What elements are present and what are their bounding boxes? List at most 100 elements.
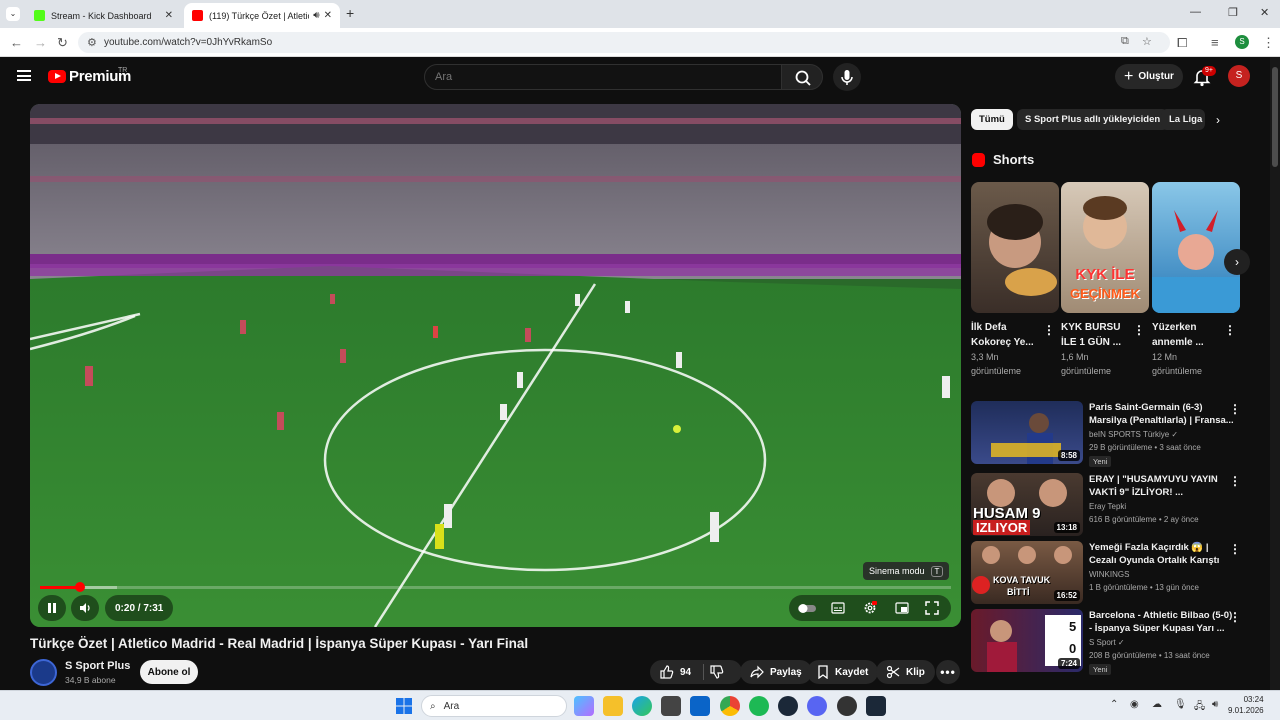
steam-app-icon[interactable] — [866, 696, 886, 716]
windows-start-icon[interactable] — [396, 698, 412, 714]
chrome-icon[interactable] — [720, 696, 740, 716]
store-icon[interactable] — [661, 696, 681, 716]
short-thumbnail[interactable] — [1152, 182, 1240, 313]
video-duration: 8:58 — [1057, 450, 1080, 461]
channel-name[interactable]: S Sport Plus — [65, 660, 130, 672]
score-top: 5 — [1069, 619, 1077, 634]
subscribe-button[interactable]: Abone ol — [140, 660, 198, 684]
voice-search-button[interactable] — [833, 63, 861, 91]
outlook-icon[interactable] — [690, 696, 710, 716]
miniplayer-icon[interactable] — [895, 601, 909, 615]
recommended-video[interactable]: 5 0 7:24 Barcelona - Athletic Bilbao (5-… — [971, 609, 1261, 675]
chevron-right-icon[interactable]: › — [1216, 113, 1220, 127]
scrollbar-thumb[interactable] — [1272, 67, 1278, 167]
subtitles-icon[interactable] — [831, 601, 845, 615]
video-progress-bar[interactable] — [40, 582, 951, 592]
obs-icon[interactable] — [837, 696, 857, 716]
cloud-icon[interactable]: ☁ — [1152, 699, 1162, 710]
minimize-button[interactable]: — — [1190, 6, 1201, 18]
search-box[interactable] — [424, 64, 782, 90]
copilot-icon[interactable] — [574, 696, 594, 716]
country-code: TR — [118, 67, 128, 74]
microphone-icon[interactable]: 🎙︎ — [1174, 699, 1187, 710]
create-button[interactable]: + Oluştur — [1115, 64, 1183, 89]
bookmark-star-icon[interactable]: ☆ — [1142, 35, 1152, 48]
tray-app-icon[interactable]: ◉ — [1130, 699, 1139, 710]
browser-tab-youtube[interactable]: (119) Türkçe Özet | Atletico 🔊︎ ✕ — [184, 3, 340, 28]
install-app-icon[interactable]: ⧉ — [1121, 35, 1129, 48]
extensions-icon[interactable]: ⧠ — [1177, 35, 1187, 51]
network-icon[interactable]: 🖧︎ — [1194, 699, 1205, 716]
pause-button[interactable] — [38, 595, 66, 621]
recommended-video[interactable]: 8:58 Paris Saint-Germain (6-3) Marsilya (… — [971, 401, 1261, 467]
close-tab-icon[interactable]: ✕ — [165, 10, 173, 21]
more-actions-button[interactable]: ••• — [936, 660, 960, 684]
spotify-icon[interactable] — [749, 696, 769, 716]
menu-hamburger-icon[interactable] — [17, 70, 31, 81]
search-input[interactable] — [425, 65, 781, 89]
volume-icon[interactable]: 🔊︎ — [1212, 699, 1218, 710]
chip-la-liga[interactable]: La Liga — [1161, 109, 1205, 130]
save-button[interactable]: Kaydet — [807, 660, 879, 684]
divider — [703, 664, 705, 680]
browser-tab-kick[interactable]: Stream - Kick Dashboard ✕ — [26, 3, 181, 28]
video-more-icon[interactable]: ⋮ — [1229, 402, 1241, 416]
video-title: ERAY | "HUSAMYUYU YAYIN VAKTİ 9" İZLİYOR!… — [1089, 474, 1218, 498]
tray-chevron-icon[interactable]: ⌃ — [1110, 699, 1118, 710]
short-thumbnail[interactable] — [971, 182, 1059, 313]
clip-button[interactable]: Klip — [876, 660, 935, 684]
back-arrow-icon[interactable]: ← — [10, 35, 23, 50]
video-meta: 208 B görüntüleme • 13 saat önce — [1089, 651, 1210, 660]
edge-icon[interactable] — [632, 696, 652, 716]
short-more-icon[interactable]: ⋮ — [1133, 323, 1145, 337]
channel-avatar[interactable] — [30, 659, 57, 686]
video-more-icon[interactable]: ⋮ — [1229, 610, 1241, 624]
search-button[interactable] — [781, 64, 823, 90]
discord-icon[interactable] — [807, 696, 827, 716]
taskbar-search[interactable]: ⌕ Ara — [421, 695, 567, 717]
reload-icon[interactable]: ↻ — [57, 35, 68, 51]
forward-arrow-icon[interactable]: → — [34, 35, 47, 50]
fullscreen-icon[interactable] — [925, 601, 939, 615]
settings-gear-icon[interactable] — [863, 601, 877, 615]
chip-from-uploader[interactable]: S Sport Plus adlı yükleyiciden — [1017, 109, 1169, 130]
address-bar[interactable]: ⚙ youtube.com/watch?v=0JhYvRkamSo ⧉ ☆ — [78, 32, 1170, 53]
speaker-icon[interactable]: 🔊︎ — [313, 10, 319, 21]
new-tab-button[interactable]: + — [346, 5, 354, 21]
shorts-next-button[interactable]: › — [1224, 249, 1250, 275]
thumbs-down-icon[interactable] — [710, 665, 724, 679]
maximize-button[interactable]: ❐ — [1228, 6, 1238, 19]
chip-all[interactable]: Tümü — [971, 109, 1013, 130]
video-more-icon[interactable]: ⋮ — [1229, 542, 1241, 556]
file-explorer-icon[interactable] — [603, 696, 623, 716]
short-title[interactable]: İlk Defa Kokoreç Ye... — [971, 320, 1049, 350]
system-clock[interactable]: 03:24 9.01.2026 — [1228, 694, 1264, 716]
youtube-logo-icon[interactable] — [48, 70, 66, 83]
share-label: Paylaş — [770, 666, 802, 678]
account-avatar[interactable]: S — [1228, 65, 1250, 87]
video-more-icon[interactable]: ⋮ — [1229, 474, 1241, 488]
site-info-icon[interactable]: ⚙ — [87, 36, 97, 49]
browser-profile-avatar[interactable]: S — [1235, 35, 1249, 49]
short-more-icon[interactable]: ⋮ — [1224, 323, 1236, 337]
short-title[interactable]: Yüzerken annemle ... — [1152, 320, 1230, 350]
volume-button[interactable] — [71, 595, 99, 621]
media-controls-icon[interactable]: ≡ — [1211, 35, 1219, 50]
video-player[interactable]: Sinema modu T 0:20 / 7:31 — [30, 104, 961, 627]
tab-search-button[interactable]: ⌄ — [6, 7, 20, 21]
close-tab-icon[interactable]: ✕ — [324, 10, 332, 21]
like-button[interactable]: 94 — [660, 665, 691, 679]
recommended-video[interactable]: KOVA TAVUK BİTTİ 16:52 Yemeği Fazla Kaçı… — [971, 541, 1261, 605]
page-scrollbar[interactable] — [1270, 57, 1280, 690]
short-more-icon[interactable]: ⋮ — [1043, 323, 1055, 337]
steam-icon[interactable] — [778, 696, 798, 716]
video-duration: 7:24 — [1057, 658, 1080, 669]
browser-menu-icon[interactable]: ⋮ — [1262, 35, 1275, 51]
window-close-button[interactable]: ✕ — [1260, 6, 1269, 19]
short-thumbnail[interactable]: KYK İLE GEÇİNMEK — [1061, 182, 1149, 313]
kick-favicon-icon — [34, 10, 45, 21]
recommended-video[interactable]: HUSAM 9 IZLIYOR 13:18 ERAY | "HUSAMYUYU … — [971, 473, 1261, 537]
autoplay-toggle-icon[interactable] — [797, 601, 817, 615]
share-button[interactable]: Paylaş — [740, 660, 812, 684]
short-title[interactable]: KYK BURSU İLE 1 GÜN ... — [1061, 320, 1139, 350]
